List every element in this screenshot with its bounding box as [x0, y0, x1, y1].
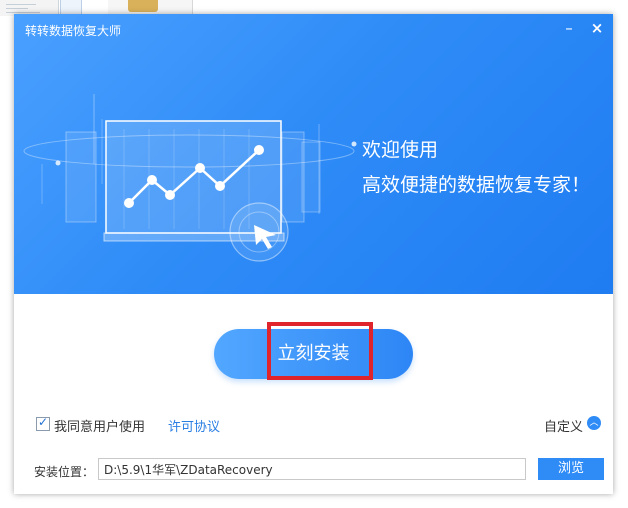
window-title: 转转数据恢复大师	[25, 24, 122, 38]
install-path-input[interactable]	[98, 458, 526, 480]
desktop-background: 转转数据恢复大师 – × 欢迎使用 高效便捷的数据恢复专家！ 立刻安装 ✓ 我同…	[0, 0, 628, 508]
installer-banner: 转转数据恢复大师 – × 欢迎使用 高效便捷的数据恢复专家！	[14, 14, 613, 294]
package-icon	[128, 0, 158, 12]
checkmark-icon: ✓	[37, 415, 49, 429]
background-file-icon	[60, 0, 82, 15]
custom-install-label: 自定义	[544, 420, 584, 435]
agree-checkbox[interactable]: ✓	[36, 415, 50, 431]
thumbnail-line	[6, 8, 28, 9]
line-chart-monitor-icon	[23, 94, 357, 262]
installer-window: 转转数据恢复大师 – × 欢迎使用 高效便捷的数据恢复专家！ 立刻安装 ✓ 我同…	[14, 14, 613, 494]
install-now-label: 立刻安装	[277, 343, 350, 364]
thumbnail-line	[6, 4, 36, 5]
welcome-text: 欢迎使用	[362, 139, 439, 161]
chevron-up-icon: ︿	[587, 416, 601, 430]
browse-button[interactable]: 浏览	[538, 458, 604, 480]
install-location-label: 安装位置：	[34, 465, 95, 479]
tagline-text: 高效便捷的数据恢复专家！	[362, 174, 591, 196]
close-button[interactable]: ×	[588, 19, 606, 37]
install-now-button[interactable]: 立刻安装	[214, 329, 413, 379]
custom-install-toggle[interactable]: 自定义 ︿	[544, 416, 601, 435]
license-agreement-link[interactable]: 许可协议	[168, 416, 220, 435]
thumbnail-line	[6, 12, 40, 13]
minimize-button[interactable]: –	[560, 19, 578, 37]
agreement-text: 我同意用户使用	[54, 420, 146, 435]
